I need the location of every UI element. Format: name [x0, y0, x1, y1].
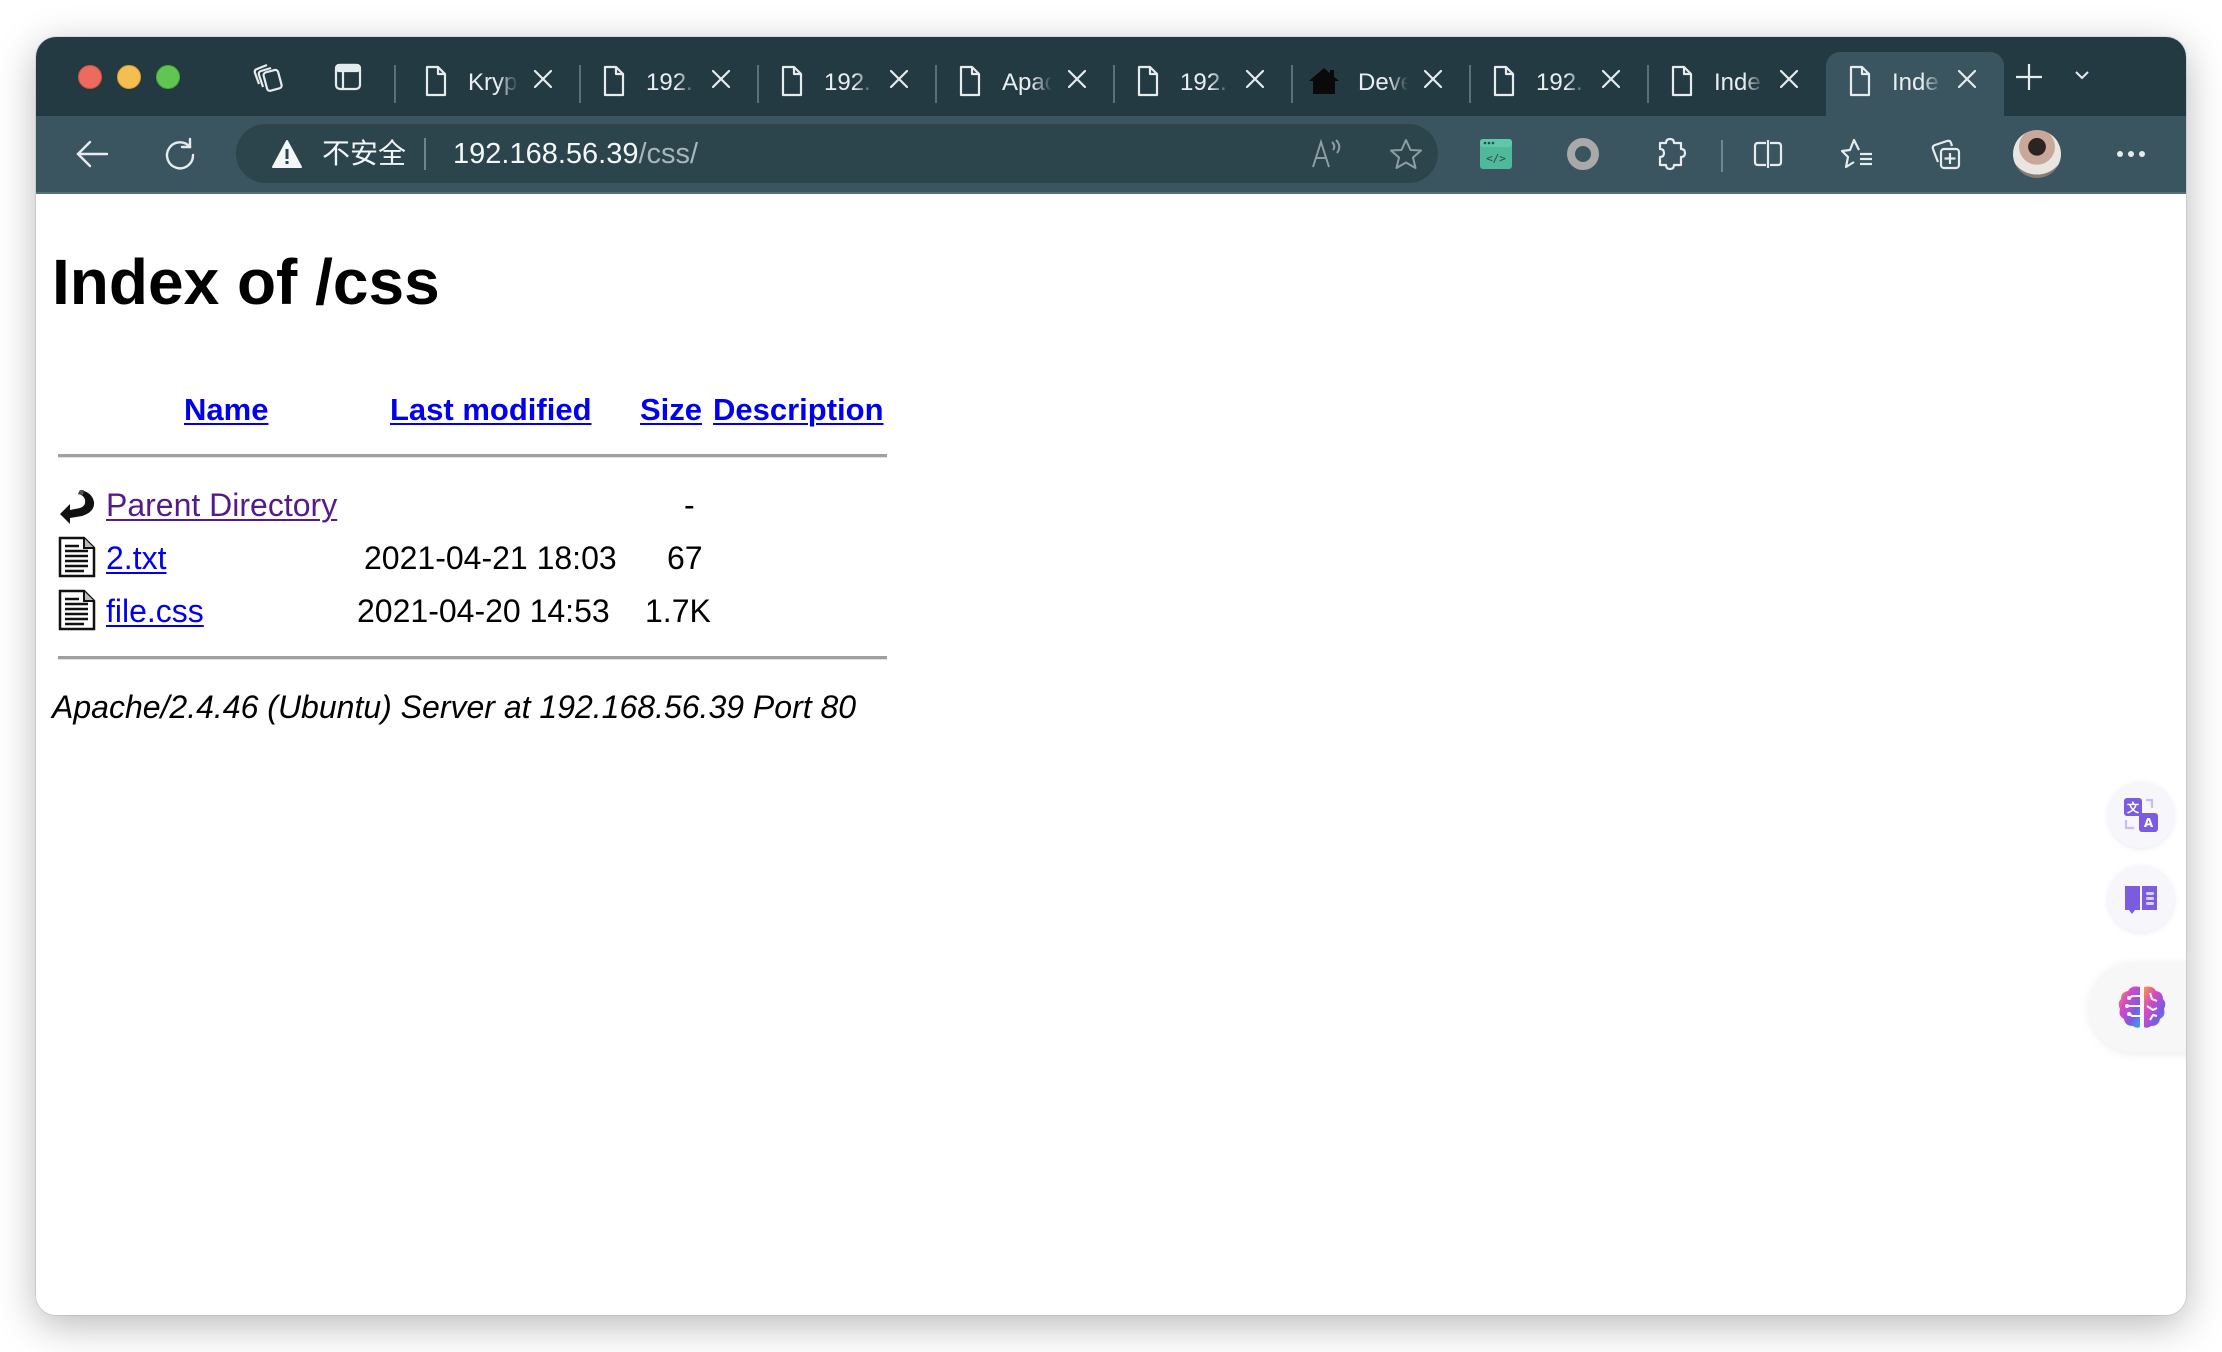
page-icon — [780, 64, 804, 103]
tab[interactable]: Apac — [936, 52, 1113, 116]
brain-icon — [2118, 986, 2166, 1028]
row-last-modified: 2021-04-20 14:53 — [357, 593, 610, 629]
refresh-button[interactable] — [160, 134, 200, 174]
read-aloud-icon[interactable] — [1308, 136, 1348, 172]
page-icon — [602, 64, 626, 103]
workspaces-icon[interactable] — [248, 57, 288, 97]
tab-close-icon[interactable] — [1422, 68, 1444, 95]
tab-close-icon[interactable] — [1778, 68, 1800, 95]
svg-text:文: 文 — [2127, 800, 2140, 815]
top-divider — [58, 454, 887, 458]
column-header-last-modified[interactable]: Last modified — [390, 390, 592, 430]
add-favorite-star-icon[interactable] — [1386, 136, 1426, 172]
page-icon — [424, 64, 448, 103]
tab-close-icon[interactable] — [1066, 68, 1088, 95]
translate-icon: 文 A — [2124, 798, 2158, 832]
reading-mode-button[interactable] — [2108, 866, 2174, 932]
page-content: Index of /css Name Last modified Size De… — [36, 194, 2186, 1315]
new-tab-button[interactable] — [2011, 59, 2047, 95]
home-icon — [1308, 66, 1340, 101]
tab[interactable]: Inde — [1648, 52, 1825, 116]
page-icon — [958, 64, 982, 103]
close-window-button[interactable] — [78, 65, 102, 89]
address-bar[interactable]: 不安全 192.168.56.39/css/ — [236, 124, 1438, 183]
svg-text:A: A — [2144, 816, 2154, 830]
text-file-icon — [58, 589, 96, 639]
collections-icon[interactable] — [1926, 134, 1966, 174]
column-header-name[interactable]: Name — [184, 390, 268, 430]
split-screen-icon[interactable] — [1748, 134, 1788, 174]
url-path: /css/ — [638, 138, 699, 170]
tab-close-icon[interactable] — [1956, 68, 1978, 95]
page-icon — [1136, 64, 1160, 103]
text-file-icon — [58, 536, 96, 586]
file-link[interactable]: 2.txt — [106, 538, 166, 578]
tab-close-icon[interactable] — [1244, 68, 1266, 95]
page-icon — [1670, 64, 1694, 103]
page-icon — [1848, 64, 1872, 103]
page-title: Index of /css — [52, 246, 440, 318]
translate-button[interactable]: 文 A — [2108, 782, 2174, 848]
extensions-puzzle-icon[interactable] — [1652, 134, 1692, 174]
parent-directory-link[interactable]: Parent Directory — [106, 485, 337, 525]
server-signature: Apache/2.4.46 (Ubuntu) Server at 192.168… — [52, 689, 857, 725]
tab-bar: Kryp 192. 192. Apac 192. Deve 192. Inde Inde — [36, 37, 2186, 116]
tab-title: 192. — [1536, 69, 1583, 96]
dev-tools-extension-icon[interactable]: </> — [1476, 134, 1516, 174]
back-button[interactable] — [72, 134, 112, 174]
column-header-description[interactable]: Description — [713, 390, 884, 430]
tab-title: 192. — [1180, 69, 1227, 96]
tab[interactable]: 192. — [580, 52, 757, 116]
not-secure-warning-icon[interactable] — [270, 138, 304, 170]
tab-close-icon[interactable] — [1600, 68, 1622, 95]
browser-window: Kryp 192. 192. Apac 192. Deve 192. Inde Inde 不安全… — [36, 37, 2186, 1315]
tab-title: 192. — [646, 69, 693, 96]
url-host: 192.168.56.39 — [453, 138, 639, 170]
favorites-icon[interactable] — [1838, 134, 1878, 174]
minimize-window-button[interactable] — [117, 65, 141, 89]
book-icon — [2125, 886, 2157, 914]
tab-separator — [394, 65, 396, 103]
tab[interactable]: Deve — [1292, 52, 1469, 116]
tab-close-icon[interactable] — [888, 68, 910, 95]
bottom-divider — [58, 656, 887, 660]
tab[interactable]: 192. — [758, 52, 935, 116]
vertical-tabs-icon[interactable] — [328, 57, 368, 97]
tab-title: Deve — [1358, 69, 1408, 96]
row-size: 67 — [667, 540, 703, 576]
tab[interactable]: 192. — [1470, 52, 1647, 116]
profile-avatar[interactable] — [2013, 130, 2061, 178]
tab-close-icon[interactable] — [532, 68, 554, 95]
row-last-modified: 2021-04-21 18:03 — [364, 540, 617, 576]
ai-assistant-button[interactable] — [2089, 962, 2186, 1052]
tab-title: 192. — [824, 69, 871, 96]
row-size: 1.7K — [645, 593, 711, 629]
tab[interactable]: 192. — [1114, 52, 1291, 116]
tab-close-icon[interactable] — [710, 68, 732, 95]
tab-title: Kryp — [468, 69, 518, 96]
back-arrow-icon — [58, 486, 98, 534]
column-header-size[interactable]: Size — [640, 390, 702, 430]
navigation-toolbar: 不安全 192.168.56.39/css/ </> — [36, 116, 2186, 194]
tab-list-chevron-down-icon[interactable] — [2072, 65, 2092, 85]
more-options-icon[interactable] — [2111, 134, 2151, 174]
tab-title: Apac — [1002, 69, 1052, 96]
tab-active[interactable]: Inde — [1826, 52, 2004, 116]
maximize-window-button[interactable] — [156, 65, 180, 89]
file-link[interactable]: file.css — [106, 591, 204, 631]
ring-extension-icon[interactable] — [1563, 134, 1603, 174]
tab[interactable]: Kryp — [402, 52, 579, 116]
svg-text:</>: </> — [1486, 152, 1506, 165]
not-secure-label[interactable]: 不安全 — [322, 136, 406, 172]
address-separator — [424, 138, 426, 170]
row-size: - — [684, 487, 695, 523]
toolbar-separator — [1721, 140, 1723, 172]
url-text[interactable]: 192.168.56.39/css/ — [453, 136, 698, 172]
tab-title: Inde — [1714, 69, 1761, 96]
page-icon — [1492, 64, 1516, 103]
tab-title: Inde — [1892, 69, 1939, 96]
